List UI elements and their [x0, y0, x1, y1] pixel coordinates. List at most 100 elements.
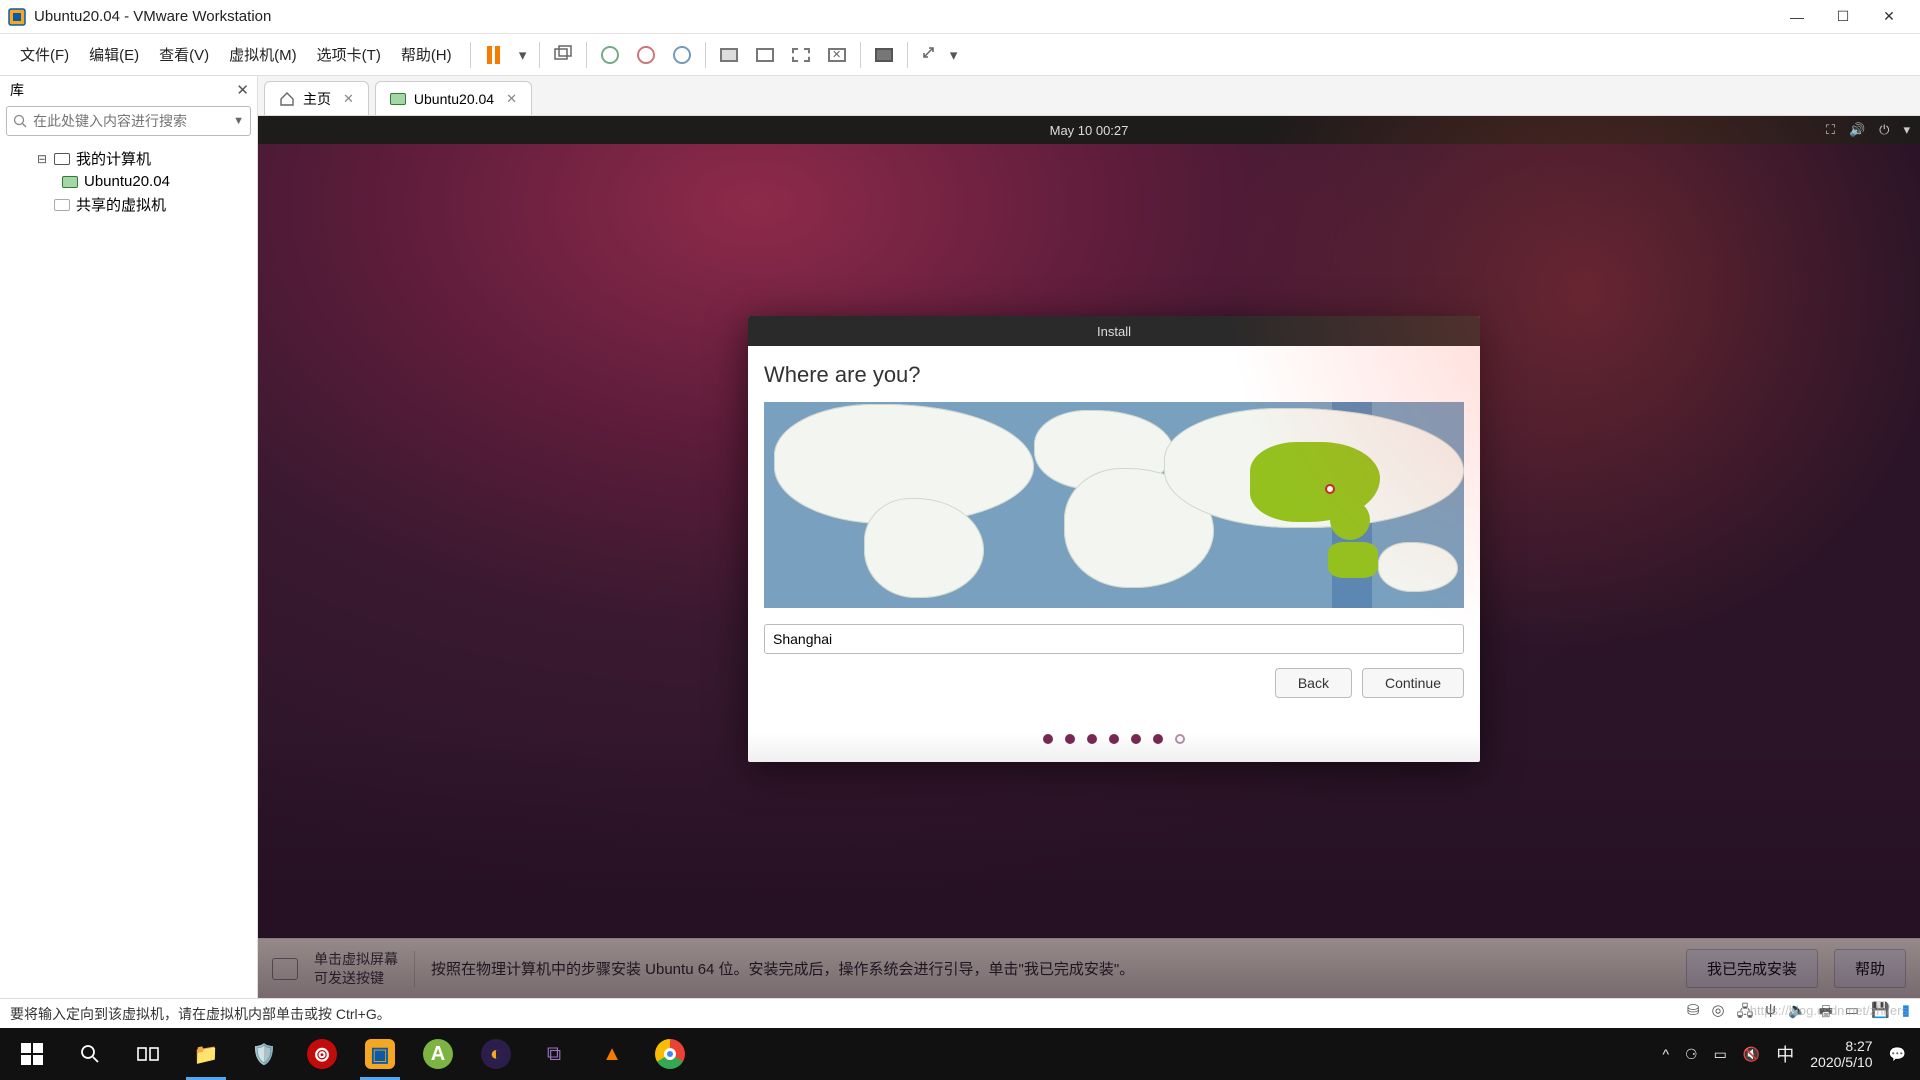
- install-done-button[interactable]: 我已完成安装: [1686, 949, 1818, 988]
- send-ctrl-alt-del-button[interactable]: [548, 40, 578, 70]
- netease-music-taskbar[interactable]: ⊚: [294, 1028, 350, 1080]
- snapshot-manager-button[interactable]: [667, 40, 697, 70]
- tab-bar: 主页 ✕ Ubuntu20.04 ✕: [258, 76, 1920, 116]
- map-location-pin: [1325, 484, 1335, 494]
- tab-ubuntu[interactable]: Ubuntu20.04 ✕: [375, 81, 532, 115]
- vm-display[interactable]: May 10 00:27 ⛶ 🔊 ⏻ ▾ Install Where are y…: [258, 116, 1920, 998]
- vm-icon: [62, 176, 78, 188]
- search-button[interactable]: [62, 1028, 118, 1080]
- network-icon[interactable]: ⛶: [1826, 122, 1835, 138]
- power-icon[interactable]: ⏻: [1879, 122, 1889, 138]
- status-text: 要将输入定向到该虚拟机，请在虚拟机内部单击或按 Ctrl+G。: [10, 1004, 391, 1024]
- tab-label: Ubuntu20.04: [414, 91, 494, 107]
- menu-help[interactable]: 帮助(H): [391, 44, 462, 65]
- snapshot-revert-button[interactable]: [631, 40, 661, 70]
- tree-label: 我的计算机: [76, 148, 151, 169]
- keyboard-icon: [272, 958, 298, 980]
- pause-vm-button[interactable]: [479, 40, 509, 70]
- tree-label: Ubuntu20.04: [84, 173, 170, 190]
- ubuntu-top-bar: May 10 00:27 ⛶ 🔊 ⏻ ▾: [258, 116, 1920, 144]
- tray-notifications-icon[interactable]: 💬: [1889, 1046, 1906, 1063]
- vmware-hint-bar: 单击虚拟屏幕 可发送按键 按照在物理计算机中的步骤安装 Ubuntu 64 位。…: [258, 938, 1920, 998]
- menubar: 文件(F) 编辑(E) 查看(V) 虚拟机(M) 选项卡(T) 帮助(H) ▾ …: [0, 34, 1920, 76]
- menu-vm[interactable]: 虚拟机(M): [219, 44, 307, 65]
- timezone-map[interactable]: [764, 402, 1464, 608]
- shared-icon: [54, 199, 70, 211]
- menu-tabs[interactable]: 选项卡(T): [307, 44, 391, 65]
- hint-long-text: 按照在物理计算机中的步骤安装 Ubuntu 64 位。安装完成后，操作系统会进行…: [431, 958, 1670, 979]
- back-button[interactable]: Back: [1275, 668, 1352, 698]
- tray-wifi-icon[interactable]: ⚆: [1685, 1046, 1698, 1063]
- view-single-button[interactable]: [714, 40, 744, 70]
- install-dialog-title: Install: [748, 316, 1480, 346]
- matlab-taskbar[interactable]: ▲: [584, 1028, 640, 1080]
- tray-date: 2020/5/10: [1810, 1054, 1872, 1070]
- maximize-button[interactable]: ☐: [1820, 3, 1866, 31]
- search-dropdown-icon[interactable]: ▼: [233, 115, 244, 127]
- computer-icon: [54, 153, 70, 165]
- hdd-icon[interactable]: ⛁: [1687, 1001, 1700, 1026]
- titlebar: Ubuntu20.04 - VMware Workstation — ☐ ✕: [0, 0, 1920, 34]
- install-heading: Where are you?: [764, 362, 1464, 388]
- library-search-input[interactable]: [33, 113, 233, 129]
- window-title: Ubuntu20.04 - VMware Workstation: [34, 8, 1774, 25]
- hint-line2: 可发送按键: [314, 969, 398, 987]
- tab-home[interactable]: 主页 ✕: [264, 81, 369, 115]
- tray-battery-icon[interactable]: ▭: [1714, 1046, 1727, 1063]
- windows-taskbar: 📁 🛡️ ⊚ ▣ A ◐ ⧉ ▲ ^ ⚆ ▭ 🔇 中 8:27 2020/5/1…: [0, 1028, 1920, 1080]
- view-fullscreen-button[interactable]: [786, 40, 816, 70]
- menu-edit[interactable]: 编辑(E): [79, 44, 149, 65]
- location-input[interactable]: [764, 624, 1464, 654]
- library-search[interactable]: ▼: [6, 106, 251, 136]
- status-bar: 要将输入定向到该虚拟机，请在虚拟机内部单击或按 Ctrl+G。 ⛁ ◎ 🖧 ψ …: [0, 998, 1920, 1028]
- console-button[interactable]: [869, 40, 899, 70]
- tree-ubuntu-vm[interactable]: Ubuntu20.04: [12, 171, 257, 192]
- tray-expand-icon[interactable]: ^: [1662, 1046, 1669, 1062]
- menu-file[interactable]: 文件(F): [10, 44, 79, 65]
- firewall-taskbar[interactable]: 🛡️: [236, 1028, 292, 1080]
- start-button[interactable]: [4, 1028, 60, 1080]
- view-unity-button[interactable]: [750, 40, 780, 70]
- library-close-button[interactable]: ✕: [236, 81, 249, 99]
- tray-time: 8:27: [1810, 1038, 1872, 1054]
- power-dropdown[interactable]: ▾: [515, 40, 531, 70]
- menu-view[interactable]: 查看(V): [149, 44, 219, 65]
- visual-studio-taskbar[interactable]: ⧉: [526, 1028, 582, 1080]
- minimize-button[interactable]: —: [1774, 3, 1820, 31]
- tray-volume-icon[interactable]: 🔇: [1743, 1046, 1760, 1063]
- android-studio-taskbar[interactable]: A: [410, 1028, 466, 1080]
- tab-close-icon[interactable]: ✕: [506, 91, 517, 107]
- ubuntu-datetime[interactable]: May 10 00:27: [1050, 123, 1129, 138]
- home-icon: [279, 92, 295, 106]
- install-help-button[interactable]: 帮助: [1834, 949, 1906, 988]
- snapshot-take-button[interactable]: [595, 40, 625, 70]
- volume-icon[interactable]: 🔊: [1849, 122, 1865, 138]
- tray-ime[interactable]: 中: [1776, 1041, 1794, 1067]
- library-tree: ⊟ 我的计算机 Ubuntu20.04 ⊟ 共享的虚拟机: [0, 142, 257, 217]
- hint-line1: 单击虚拟屏幕: [314, 950, 398, 968]
- tab-label: 主页: [303, 89, 331, 109]
- continue-button[interactable]: Continue: [1362, 668, 1464, 698]
- tree-twisty-icon[interactable]: ⊟: [36, 152, 48, 166]
- tab-close-icon[interactable]: ✕: [343, 91, 354, 107]
- tray-clock[interactable]: 8:27 2020/5/10: [1810, 1038, 1872, 1070]
- stretch-dropdown[interactable]: ▾: [946, 40, 962, 70]
- vmware-taskbar[interactable]: ▣: [352, 1028, 408, 1080]
- vmware-icon: [8, 8, 26, 26]
- eclipse-taskbar[interactable]: ◐: [468, 1028, 524, 1080]
- cd-icon[interactable]: ◎: [1711, 1001, 1724, 1026]
- view-exit-button[interactable]: ✕: [822, 40, 852, 70]
- close-button[interactable]: ✕: [1866, 3, 1912, 31]
- progress-dots: [764, 734, 1464, 744]
- tree-label: 共享的虚拟机: [76, 194, 166, 215]
- install-dialog: Install Where are you?: [748, 316, 1480, 762]
- stretch-button[interactable]: [916, 40, 946, 70]
- vm-icon: [390, 93, 406, 105]
- tree-my-computer[interactable]: ⊟ 我的计算机: [12, 146, 257, 171]
- chrome-taskbar[interactable]: [642, 1028, 698, 1080]
- tree-shared-vms[interactable]: ⊟ 共享的虚拟机: [12, 192, 257, 217]
- chevron-down-icon[interactable]: ▾: [1903, 122, 1910, 138]
- task-view-button[interactable]: [120, 1028, 176, 1080]
- library-sidebar: 库 ✕ ▼ ⊟ 我的计算机 Ubuntu20.04 ⊟ 共享的虚拟机: [0, 76, 258, 998]
- file-explorer-taskbar[interactable]: 📁: [178, 1028, 234, 1080]
